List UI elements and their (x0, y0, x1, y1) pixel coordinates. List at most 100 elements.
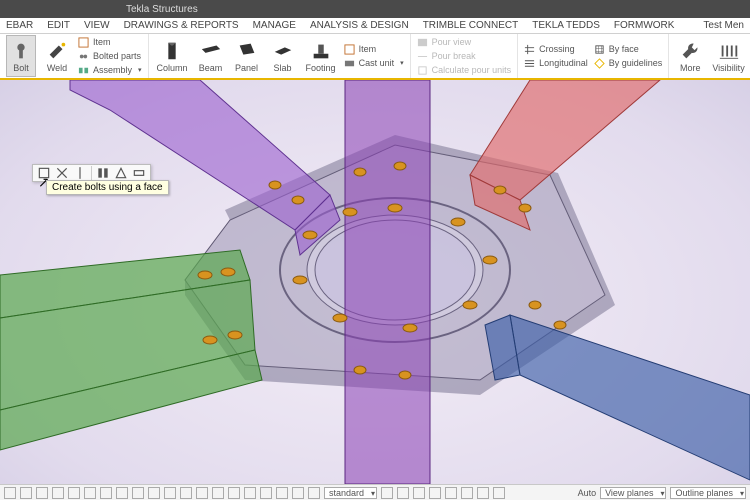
beam-green (0, 250, 262, 450)
pour-view-button[interactable]: Pour view (417, 36, 512, 48)
status-icon[interactable] (244, 487, 256, 499)
bolt-button[interactable]: Bolt (6, 35, 36, 77)
status-icon[interactable] (212, 487, 224, 499)
status-icon[interactable] (116, 487, 128, 499)
item-icon (78, 37, 89, 48)
calc-pour-button[interactable]: Calculate pour units (417, 64, 512, 76)
status-icon[interactable] (429, 487, 441, 499)
status-icon[interactable] (461, 487, 473, 499)
status-icon[interactable] (477, 487, 489, 499)
model-viewport[interactable]: Create bolts using a face (0, 80, 750, 484)
status-icon[interactable] (132, 487, 144, 499)
wrench-icon (679, 40, 701, 62)
status-icon[interactable] (20, 487, 32, 499)
chevron-down-icon: ▾ (138, 66, 142, 74)
tab-analysis[interactable]: ANALYSIS & DESIGN (310, 20, 409, 31)
panel-icon (236, 40, 258, 62)
auto-label[interactable]: Auto (578, 488, 597, 498)
bolted-parts-button[interactable]: Bolted parts (78, 50, 142, 62)
tab-ebar[interactable]: EBAR (6, 20, 33, 31)
bolted-parts-icon (78, 51, 89, 62)
status-icon[interactable] (148, 487, 160, 499)
slab-button[interactable]: Slab (268, 35, 298, 77)
pour-stack: Pour view Pour break Calculate pour unit… (417, 36, 512, 76)
tab-trimble[interactable]: TRIMBLE CONNECT (423, 20, 519, 31)
status-icon[interactable] (381, 487, 393, 499)
panel-button[interactable]: Panel (232, 35, 262, 77)
item-button[interactable]: Item (78, 36, 142, 48)
snap-standard-dropdown[interactable]: standard (324, 487, 377, 499)
column-icon (161, 40, 183, 62)
tab-formwork[interactable]: FORMWORK (614, 20, 675, 31)
title-bar: Tekla Structures (0, 0, 750, 18)
status-icon[interactable] (413, 487, 425, 499)
calc-pour-icon (417, 65, 428, 76)
column-button[interactable]: Column (155, 35, 190, 77)
chevron-down-icon: ▾ (400, 59, 404, 67)
status-icon[interactable] (84, 487, 96, 499)
pour-view-icon (417, 37, 428, 48)
mini-tool-2[interactable] (55, 166, 69, 180)
status-icon[interactable] (260, 487, 272, 499)
by-guidelines-button[interactable]: By guidelines (594, 57, 663, 69)
beam-blue (485, 315, 750, 480)
crossing-button[interactable]: Crossing (524, 43, 588, 55)
by-face-icon (594, 44, 605, 55)
app-title: Tekla Structures (126, 4, 198, 15)
status-icon[interactable] (52, 487, 64, 499)
footing-button[interactable]: Footing (304, 35, 338, 77)
mini-tool-5[interactable] (114, 166, 128, 180)
visibility-button[interactable]: Visibility (711, 35, 746, 77)
status-bar: standard Auto View planes Outline planes (0, 484, 750, 500)
slab-icon (272, 40, 294, 62)
status-icon[interactable] (196, 487, 208, 499)
status-icon[interactable] (180, 487, 192, 499)
longitudinal-icon (524, 58, 535, 69)
status-icon[interactable] (100, 487, 112, 499)
tab-test-menu[interactable]: Test Men (703, 20, 744, 31)
tab-tedds[interactable]: TEKLA TEDDS (532, 20, 600, 31)
status-icon[interactable] (292, 487, 304, 499)
view-planes-dropdown[interactable]: View planes (600, 487, 666, 499)
mini-tool-4[interactable] (96, 166, 110, 180)
rebar-stack-2: By face By guidelines (594, 43, 663, 69)
longitudinal-button[interactable]: Longitudinal (524, 57, 588, 69)
assembly-icon (78, 65, 89, 76)
weld-button[interactable]: Weld (42, 35, 72, 77)
assembly-button[interactable]: Assembly▾ (78, 64, 142, 76)
mini-tool-6[interactable] (132, 166, 146, 180)
status-icon[interactable] (493, 487, 505, 499)
cast-item-button[interactable]: Item (344, 43, 404, 55)
status-icon[interactable] (68, 487, 80, 499)
ribbon: Bolt Weld Item Bolted parts Assembly▾ Co… (0, 34, 750, 80)
ribbon-group-steel: Bolt Weld Item Bolted parts Assembly▾ (0, 34, 149, 78)
more-button[interactable]: More (675, 35, 705, 77)
cast-item-icon (344, 44, 355, 55)
pour-break-button[interactable]: Pour break (417, 50, 512, 62)
tab-edit[interactable]: EDIT (47, 20, 70, 31)
mini-separator (91, 166, 92, 180)
rebar-stack-1: Crossing Longitudinal (524, 43, 588, 69)
status-icon[interactable] (397, 487, 409, 499)
mini-tool-3[interactable] (73, 166, 87, 180)
menu-tabs: EBAR EDIT VIEW DRAWINGS & REPORTS MANAGE… (0, 18, 750, 34)
tab-drawings[interactable]: DRAWINGS & REPORTS (124, 20, 239, 31)
outline-planes-dropdown[interactable]: Outline planes (670, 487, 746, 499)
crossing-icon (524, 44, 535, 55)
cast-unit-button[interactable]: Cast unit▾ (344, 57, 404, 69)
status-icon[interactable] (164, 487, 176, 499)
cast-unit-icon (344, 58, 355, 69)
status-icon[interactable] (276, 487, 288, 499)
by-face-button[interactable]: By face (594, 43, 663, 55)
tooltip: Create bolts using a face (46, 180, 169, 195)
tab-manage[interactable]: MANAGE (253, 20, 296, 31)
status-icon[interactable] (36, 487, 48, 499)
beam-purple-vertical (345, 80, 430, 484)
status-icon[interactable] (228, 487, 240, 499)
status-icon[interactable] (445, 487, 457, 499)
steel-stack: Item Bolted parts Assembly▾ (78, 36, 142, 76)
status-icon[interactable] (4, 487, 16, 499)
tab-view[interactable]: VIEW (84, 20, 110, 31)
status-icon[interactable] (308, 487, 320, 499)
beam-button[interactable]: Beam (196, 35, 226, 77)
